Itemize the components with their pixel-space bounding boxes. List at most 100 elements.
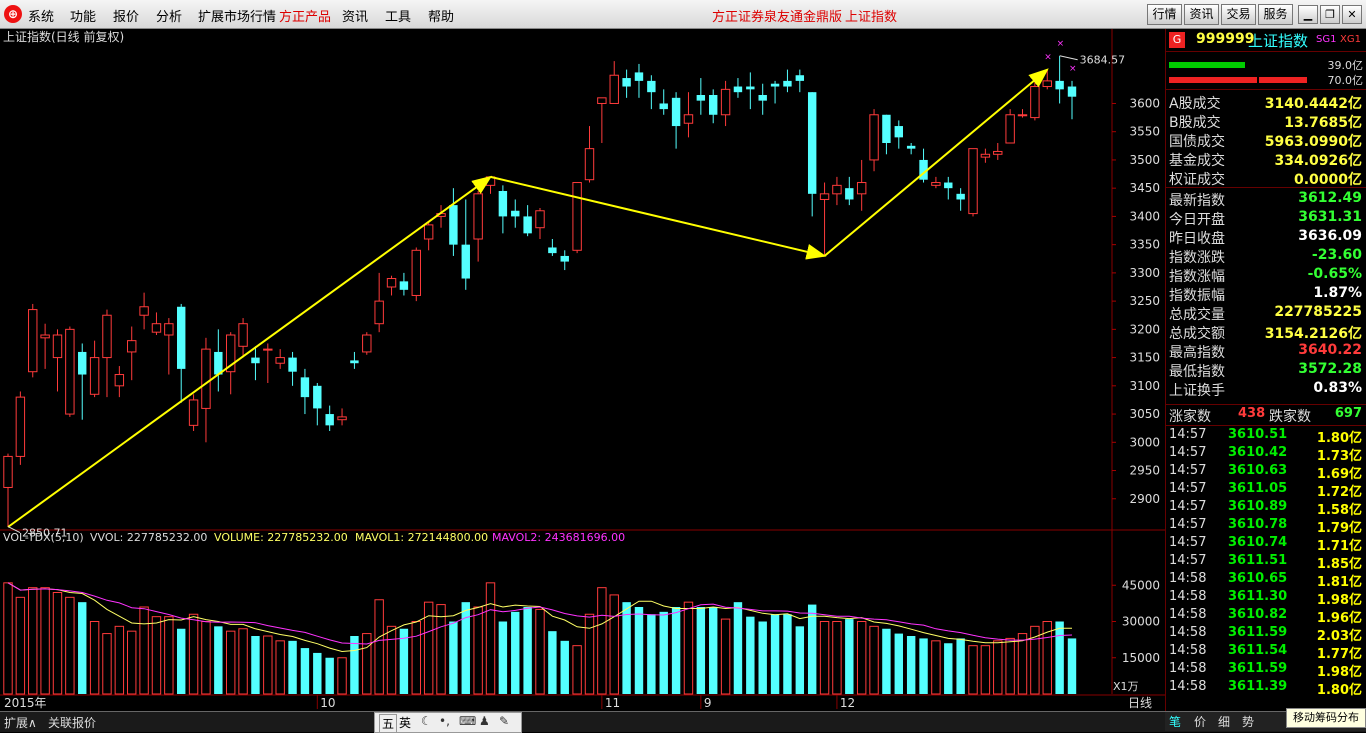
volume-bar [102, 633, 112, 695]
volume-bar [671, 607, 681, 694]
volume-bar [188, 613, 199, 695]
candle-body [968, 148, 978, 215]
moon-icon[interactable]: ☾ [421, 714, 432, 728]
user-icon[interactable]: ♟ [479, 714, 490, 728]
price-tick-label: 3050 [1129, 407, 1160, 421]
status-bar: 扩展∧ 关联报价 五 英 ☾ •, ⌨ ♟ ✎ 笔 价 细 势 移动筹码分布 [0, 708, 1366, 733]
vvol-legend: VVOL: 227785232.00 [90, 531, 207, 544]
tick-time: 14:57 [1169, 481, 1207, 496]
candle-body [188, 399, 199, 426]
volume-bar [980, 645, 991, 695]
stat-row: 指数涨幅 -0.65% [1166, 266, 1366, 285]
candle-body [671, 97, 681, 127]
tab-detail[interactable]: 细 [1218, 713, 1230, 730]
menu-info[interactable]: 资讯 [342, 6, 368, 25]
volume-bar [647, 614, 656, 694]
menu-founder-products[interactable]: 方正产品 [279, 6, 331, 25]
menu-help[interactable]: 帮助 [428, 6, 454, 25]
vol-indicator-name: VOL-TDX(5,10) [3, 531, 84, 544]
stat-row-value: 1.87% [1313, 285, 1362, 301]
candle-body [1055, 80, 1064, 90]
stat-row-label: 指数涨幅 [1169, 269, 1225, 285]
candle-body [795, 75, 805, 81]
menu-system[interactable]: 系统 [28, 6, 54, 25]
wrench-icon[interactable]: ✎ [499, 714, 509, 728]
volume-bar [548, 631, 557, 694]
volume-bar [783, 614, 792, 694]
candle-body [28, 309, 38, 373]
volume-bar [819, 621, 830, 695]
trade-button[interactable]: 交易 [1221, 4, 1256, 25]
x-axis-label: 10 [320, 696, 335, 710]
volume-bar [1005, 637, 1015, 695]
close-icon[interactable]: ✕ [1342, 5, 1362, 24]
ime-english[interactable]: 英 [399, 714, 411, 731]
related-quote-tab[interactable]: 关联报价 [48, 714, 96, 731]
volume-bar [164, 616, 174, 695]
punctuation-icon[interactable]: •, [439, 714, 450, 728]
menu-extended-market[interactable]: 扩展市场行情 [198, 6, 276, 25]
down-count-label: 跌家数 [1269, 409, 1311, 425]
kline-chart[interactable]: 3600 3550 3500 3450 3400 3350 3300 3250 3200 3150… [0, 29, 1165, 711]
volume-bar [52, 592, 63, 695]
tick-price: 3610.42 [1228, 445, 1288, 460]
candle-body [683, 114, 694, 124]
tag-xg1[interactable]: XG1 [1340, 34, 1361, 45]
tab-trend[interactable]: 势 [1242, 713, 1254, 730]
turnover-row: 基金成交 334.0926亿 [1166, 150, 1366, 169]
ime-wubi[interactable]: 五 [379, 714, 398, 733]
tab-trades[interactable]: 笔 [1169, 713, 1181, 730]
period-label[interactable]: 日线 [1128, 696, 1152, 710]
minimize-icon[interactable]: ▁ [1298, 5, 1318, 24]
menu-function[interactable]: 功能 [70, 6, 96, 25]
keyboard-icon[interactable]: ⌨ [459, 714, 476, 728]
volume-bar [251, 636, 260, 694]
group-icon[interactable]: G [1169, 32, 1185, 48]
candle-body [659, 103, 668, 110]
restore-icon[interactable]: ❐ [1320, 5, 1340, 24]
stat-row: 总成交额 3154.2126亿 [1166, 323, 1366, 342]
turnover-row-label: 基金成交 [1169, 153, 1225, 169]
tag-sg1[interactable]: SG1 [1316, 34, 1336, 45]
turnover-row: 国债成交 5963.0990亿 [1166, 131, 1366, 150]
chip-distribution-button[interactable]: 移动筹码分布 [1286, 708, 1366, 728]
service-button[interactable]: 服务 [1258, 4, 1293, 25]
stat-row: 最低指数 3572.28 [1166, 361, 1366, 380]
volume-bar [65, 596, 75, 695]
volume-bar [807, 604, 817, 694]
menu-analysis[interactable]: 分析 [156, 6, 182, 25]
tab-price[interactable]: 价 [1194, 713, 1206, 730]
candle-body [523, 216, 532, 234]
menu-quote[interactable]: 报价 [113, 6, 139, 25]
candle-body [52, 334, 63, 359]
tick-time: 14:58 [1169, 589, 1207, 604]
stat-row: 指数涨跌 -23.60 [1166, 247, 1366, 266]
volume-bar [535, 608, 545, 695]
candle [362, 332, 372, 355]
menu-tools[interactable]: 工具 [385, 6, 411, 25]
candle-body [139, 306, 149, 316]
volume-bar [919, 638, 928, 694]
ime-toolbar: 五 英 ☾ •, ⌨ ♟ ✎ [374, 712, 522, 733]
info-button[interactable]: 资讯 [1184, 4, 1219, 25]
candle-body [572, 182, 582, 251]
candle-body [869, 114, 879, 161]
volume-bar [374, 599, 384, 695]
volume-bar [906, 636, 916, 694]
expand-tab[interactable]: 扩展∧ [4, 714, 37, 731]
tick-time: 14:58 [1169, 625, 1207, 640]
stat-row-label: 上证换手 [1169, 383, 1225, 399]
turnover-row-label: 权证成交 [1169, 172, 1225, 188]
stat-row-value: -23.60 [1311, 247, 1362, 263]
x-axis-label: 2015年 [4, 696, 47, 710]
volume-bar [869, 625, 879, 695]
candle-body [151, 323, 162, 333]
tick-time: 14:57 [1169, 427, 1207, 442]
volume-bar [127, 630, 137, 695]
candle-body [560, 255, 569, 262]
volume-bar [263, 635, 273, 695]
tick-vol: 1.85亿 [1316, 557, 1362, 572]
candle [1030, 80, 1040, 121]
tick-time: 14:57 [1169, 517, 1207, 532]
quote-button[interactable]: 行情 [1147, 4, 1182, 25]
